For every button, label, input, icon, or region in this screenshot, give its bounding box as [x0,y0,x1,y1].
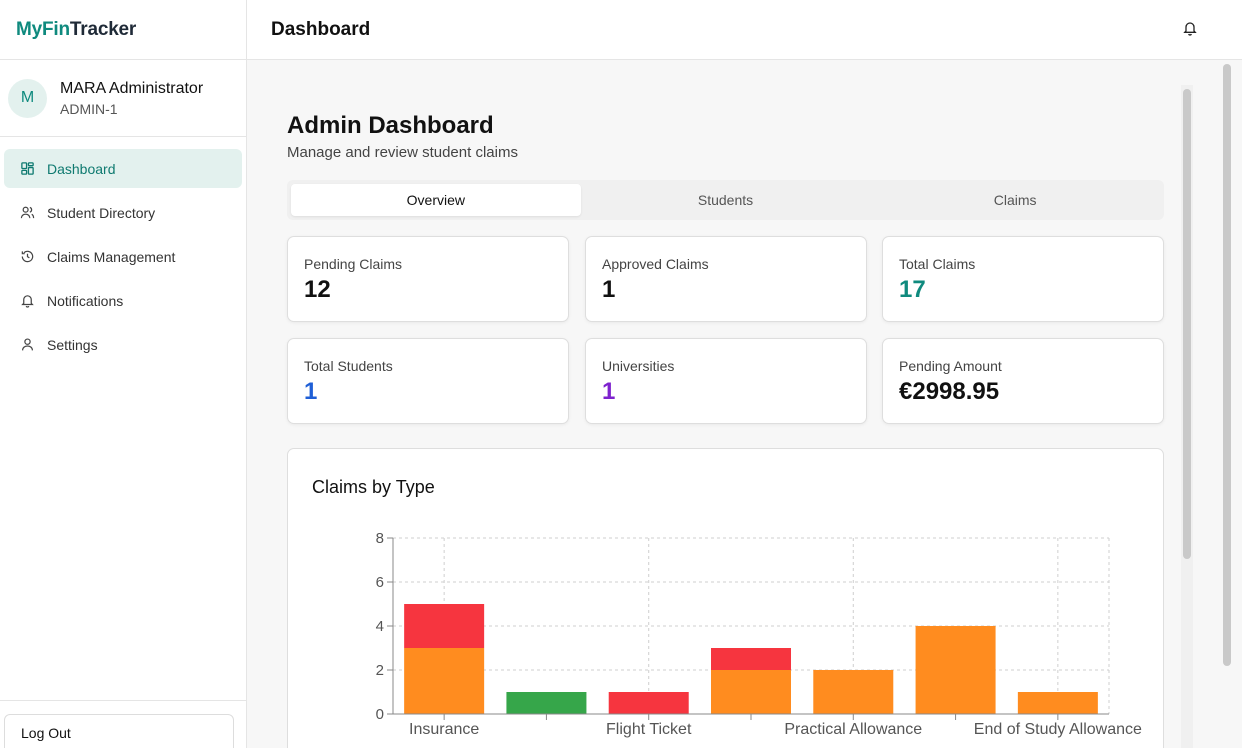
content-scrollbar[interactable] [1181,85,1193,748]
sidebar-item-student-directory[interactable]: Student Directory [4,193,242,232]
brand-part-1: My [16,18,42,40]
x-tick-label: Flight Ticket [606,721,692,738]
dashboard-icon [21,162,34,175]
tab-overview[interactable]: Overview [291,184,581,216]
page-title: Admin Dashboard [287,112,494,139]
sidebar-item-label: Settings [47,336,98,353]
claims-by-type-card: Claims by Type 0 2 4 6 8 Insurance Flight Tick… [287,448,1164,748]
sidebar-item-label: Notifications [47,292,124,309]
bar-segment [404,604,485,648]
content-scrollbar-thumb[interactable] [1183,89,1191,559]
stat-value: €2998.95 [899,378,1000,405]
stat-card-universities: Universities 1 [585,338,867,424]
y-tick-label: 6 [376,574,384,591]
history-icon [21,250,34,263]
avatar: M [8,78,47,118]
bar-segment [915,626,996,714]
sidebar-item-dashboard[interactable]: Dashboard [4,149,242,188]
sidebar: My Fin Tracker M MARA Administrator ADMIN-… [0,0,247,748]
bar-segment [1017,692,1098,714]
page-subtitle: Manage and review student claims [287,144,518,161]
logout-button[interactable]: Log Out [4,714,234,748]
stat-label: Pending Claims [304,256,403,272]
users-icon [20,206,35,219]
sidebar-item-notifications[interactable]: Notifications [4,281,242,320]
user-profile: M MARA Administrator ADMIN-1 [0,60,246,137]
x-tick-label: End of Study Allowance [974,721,1142,738]
y-tick-label: 2 [376,662,384,679]
bar-segment [608,692,689,714]
claims-by-type-chart: 0 2 4 6 8 Insurance Flight Ticket Practical All… [376,530,1142,738]
y-tick-label: 4 [376,618,384,635]
sidebar-item-label: Student Directory [47,204,156,221]
brand-part-3: Tracker [69,18,137,40]
y-tick-label: 0 [376,706,384,723]
user-icon [22,338,33,351]
brand-part-2: Fin [42,18,70,40]
bar-segment [813,670,894,714]
tab-claims[interactable]: Claims [870,184,1160,216]
stat-label: Total Students [304,358,393,374]
app-logo[interactable]: My Fin Tracker [0,0,246,60]
bar-segment [711,670,791,714]
stat-label: Approved Claims [602,256,709,272]
bar-segment [711,648,791,670]
bell-icon [21,295,34,308]
x-tick-label: Insurance [409,721,479,738]
stat-label: Universities [602,358,675,374]
tab-students[interactable]: Students [581,184,871,216]
stat-value: 1 [602,378,616,405]
bell-icon[interactable] [1182,20,1198,36]
bar-segment [506,692,587,714]
stat-value: 12 [304,276,331,303]
sidebar-item-settings[interactable]: Settings [4,325,242,364]
page-scrollbar-thumb[interactable] [1223,64,1231,666]
page-scrollbar[interactable] [1222,62,1232,748]
sidebar-item-label: Dashboard [47,160,116,177]
stat-card-total-students: Total Students 1 [287,338,569,424]
top-header: Dashboard [247,0,1242,60]
stat-value: 17 [899,276,926,303]
sidebar-item-label: Claims Management [47,248,176,265]
header-title: Dashboard [271,18,371,40]
bar-segment [404,648,485,714]
stat-label: Total Claims [899,256,976,272]
stat-card-total-claims: Total Claims 17 [882,236,1164,322]
x-tick-label: Practical Allowance [784,721,922,738]
user-id: ADMIN-1 [60,101,118,117]
stat-card-pending-amount: Pending Amount €2998.95 [882,338,1164,424]
main-content: Admin Dashboard Manage and review studen… [247,60,1242,748]
sidebar-nav: Dashboard Student Directory Claims Manag… [0,137,246,364]
tab-bar: Overview Students Claims [287,180,1164,220]
stat-card-approved-claims: Approved Claims 1 [585,236,867,322]
stat-label: Pending Amount [899,358,1002,374]
sidebar-footer: Log Out [0,700,246,748]
user-name: MARA Administrator [60,80,204,97]
stat-card-pending-claims: Pending Claims 12 [287,236,569,322]
sidebar-item-claims-management[interactable]: Claims Management [4,237,242,276]
stat-value: 1 [602,276,616,303]
stat-value: 1 [304,378,318,405]
y-tick-label: 8 [376,530,384,547]
